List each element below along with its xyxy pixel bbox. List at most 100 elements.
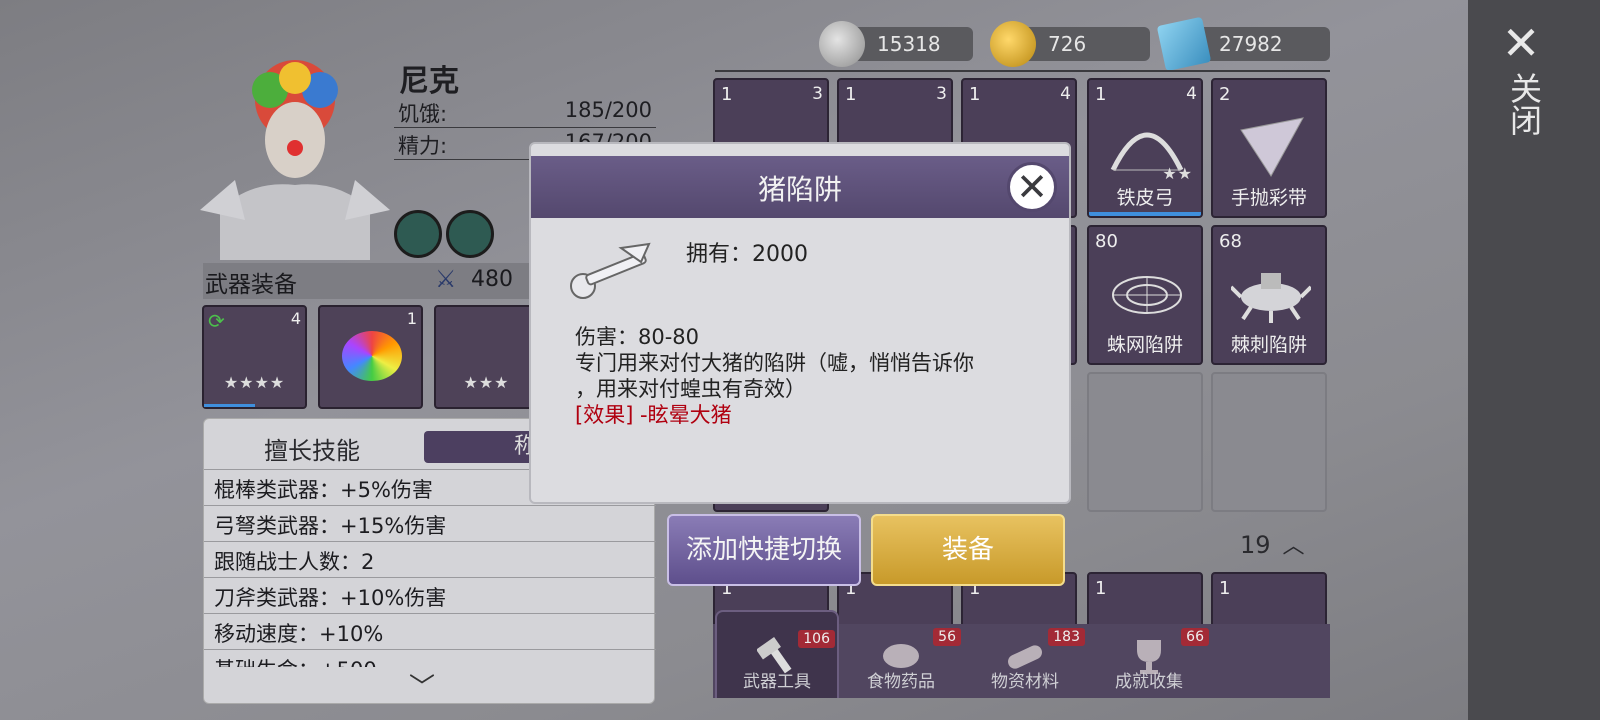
slot-stars: ★★★ [463, 373, 510, 392]
close-icon: ✕ [1016, 165, 1048, 209]
item-cell[interactable]: 1 [1087, 572, 1203, 632]
chevron-up-icon[interactable]: ︿ [1283, 534, 1305, 559]
equip-slot-wig[interactable]: 1 [318, 305, 423, 409]
item-stars: ★★ [1162, 164, 1193, 183]
item-count: 1 [969, 84, 981, 105]
description-line: ，用来对付蝗虫有奇效） [575, 377, 806, 401]
slot-stars: ★★★★ [223, 373, 286, 392]
refresh-icon: ⟳ [208, 309, 225, 333]
currency-ticket: 27982 [1156, 16, 1330, 72]
pig-trap-icon [570, 242, 651, 299]
tab-label: 成就收集 [1115, 672, 1183, 692]
item-name: 棘刺陷阱 [1230, 334, 1307, 356]
currency-gold: 726 [990, 21, 1150, 67]
damage-text: 伤害：80-80 [575, 325, 700, 349]
tab-label: 物资材料 [991, 672, 1059, 692]
dialog-title: 猪陷阱 [757, 173, 842, 206]
tab-label: 武器工具 [743, 672, 811, 692]
skill-row: 基础生命：+500 [204, 649, 656, 667]
close-button[interactable]: 关闭 [1502, 72, 1543, 136]
item-count: 1 [1095, 578, 1107, 599]
tab-skills[interactable]: 擅长技能 [264, 431, 360, 466]
description-line: 专门用来对付大猪的陷阱（嘘，悄悄告诉你 [575, 351, 974, 375]
ticket-icon [1156, 16, 1212, 72]
inventory-count-value: 19 [1240, 531, 1271, 559]
item-count: 1 [1219, 578, 1231, 599]
item-count: 2 [1219, 84, 1231, 105]
currency-value: 15318 [877, 32, 941, 56]
tab-food-medicine[interactable]: 56 食物药品 [839, 624, 963, 698]
item-name: 蛛网陷阱 [1106, 334, 1183, 356]
close-button[interactable]: ✕ [1007, 162, 1057, 212]
tab-label: 食物药品 [867, 672, 935, 692]
item-description: 伤害：80-80 专门用来对付大猪的陷阱（嘘，悄悄告诉你 ，用来对付蝗虫有奇效）… [575, 324, 1045, 428]
stat-hunger: 饥饿: 185/200 [394, 96, 656, 128]
mood-icon[interactable] [446, 210, 494, 258]
skill-row: 弓弩类武器：+15%伤害 [204, 505, 656, 541]
equip-slot-armor[interactable]: ★★★ [434, 305, 539, 409]
dialog-header: 猪陷阱 [531, 156, 1069, 218]
stomach-icon[interactable] [394, 210, 442, 258]
item-name: 铁皮弓 [1116, 187, 1174, 209]
slot-level: 4 [290, 309, 301, 328]
category-tabs: 106 武器工具 56 食物药品 183 物资材料 66 成就收集 [713, 610, 1330, 698]
party-horn-icon [1240, 117, 1304, 177]
item-cell-empty[interactable] [1211, 372, 1327, 512]
item-count: 1 [721, 84, 733, 105]
owned-count: 拥有：2000 [686, 242, 808, 267]
sword-icon: ⚔ [435, 265, 457, 293]
stat-label: 饥饿: [398, 102, 448, 126]
inventory-count: 19 ︿ [1240, 528, 1305, 560]
tab-materials[interactable]: 183 物资材料 [963, 624, 1087, 698]
character-portrait [190, 60, 400, 260]
weapon-header: 武器装备 ⚔ 480 [203, 263, 543, 299]
equip-slot-gun[interactable]: ⟳ 4 ★★★★ [202, 305, 307, 409]
skill-row: 移动速度：+10% [204, 613, 656, 649]
stat-value: 185/200 [564, 98, 652, 122]
currency-value: 27982 [1219, 32, 1283, 56]
character-name: 尼克 [399, 64, 459, 99]
gold-coin-icon [990, 21, 1036, 67]
item-cell-spike-trap[interactable]: 68 棘刺陷阱 [1211, 225, 1327, 365]
item-cell-ribbon[interactable]: 2 手抛彩带 [1211, 78, 1327, 218]
item-level: 3 [812, 84, 823, 104]
item-level: 4 [1060, 84, 1071, 104]
tab-achievements[interactable]: 66 成就收集 [1087, 624, 1211, 698]
item-detail-dialog: 猪陷阱 ✕ 拥有：2000 伤害：80-80 专门用来对付大猪的陷阱（嘘，悄悄告… [529, 142, 1071, 504]
tab-badge: 183 [1048, 628, 1085, 646]
add-shortcut-button[interactable]: 添加快捷切换 [667, 514, 861, 586]
spider-web-icon [1112, 276, 1182, 314]
item-cell-empty[interactable] [1087, 372, 1203, 512]
slot-level: 1 [406, 309, 417, 328]
tab-badge: 66 [1181, 628, 1209, 646]
chevron-down-icon[interactable]: ﹀ [409, 667, 435, 704]
tab-badge: 106 [798, 630, 835, 648]
currency-silver: 15318 [819, 21, 973, 67]
item-cell-iron-bow[interactable]: 1 4 ★★ 铁皮弓 [1087, 78, 1203, 218]
spike-trap-icon [1231, 273, 1311, 323]
divider [715, 70, 1330, 72]
progress-bar [1089, 212, 1201, 216]
weapon-title: 武器装备 [205, 272, 297, 298]
item-count: 1 [845, 84, 857, 105]
item-name: 手抛彩带 [1230, 187, 1307, 209]
currency-value: 726 [1048, 32, 1087, 56]
weapon-power: 480 [471, 267, 513, 292]
item-cell-web-trap[interactable]: 80 蛛网陷阱 [1087, 225, 1203, 365]
tab-badge: 56 [933, 628, 961, 646]
skill-row: 刀斧类武器：+10%伤害 [204, 577, 656, 613]
item-level: 4 [1186, 84, 1197, 104]
item-count: 80 [1095, 231, 1118, 252]
effect-text: [效果] -眩晕大猪 [575, 403, 732, 427]
tab-weapons-tools[interactable]: 106 武器工具 [715, 610, 839, 698]
stat-label: 精力: [398, 134, 448, 158]
item-cell[interactable]: 1 [1211, 572, 1327, 632]
close-icon[interactable]: ✕ [1500, 20, 1542, 66]
progress-bar [204, 404, 255, 407]
item-count: 1 [1095, 84, 1107, 105]
silver-coin-icon [819, 21, 865, 67]
skill-row: 跟随战士人数：2 [204, 541, 656, 577]
equip-button[interactable]: 装备 [871, 514, 1065, 586]
rainbow-wig-icon [342, 331, 402, 381]
item-level: 3 [936, 84, 947, 104]
